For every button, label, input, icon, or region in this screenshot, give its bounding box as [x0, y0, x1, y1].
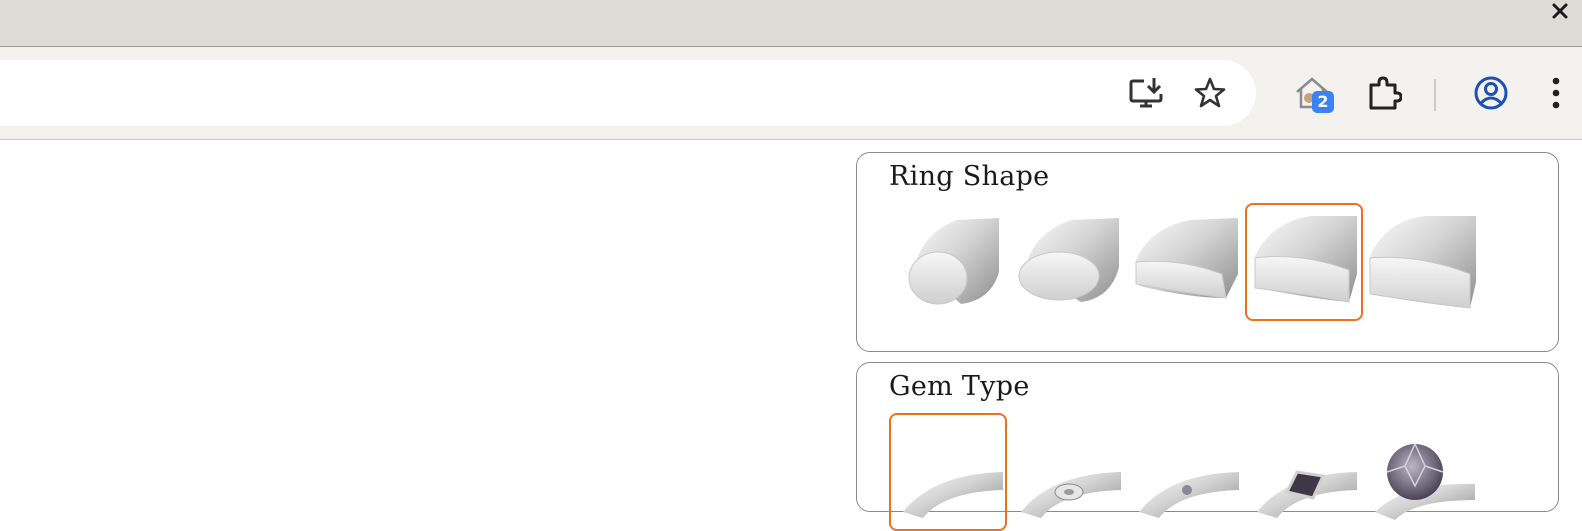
ring-shape-5-image [1369, 216, 1476, 309]
install-app-icon [1129, 78, 1163, 108]
install-app-button[interactable] [1124, 71, 1168, 115]
profile-button[interactable] [1469, 71, 1513, 115]
ring-shape-option-2[interactable] [1009, 203, 1127, 321]
gem-type-option-none[interactable] [889, 413, 1007, 531]
ring-shape-option-3[interactable] [1127, 203, 1245, 321]
ring-shape-2-image [1018, 218, 1119, 302]
ring-shape-option-4[interactable] [1245, 203, 1363, 321]
profile-avatar-icon [1474, 76, 1508, 110]
gem-bezel-ring-image [1021, 472, 1121, 518]
gem-type-option-emerald-cut[interactable] [1243, 413, 1361, 531]
close-window-button[interactable] [1546, 0, 1574, 22]
ring-shape-option-5[interactable] [1363, 203, 1481, 321]
close-icon [1552, 3, 1568, 19]
bookmark-button[interactable] [1188, 71, 1232, 115]
home-extension-button[interactable]: 2 [1290, 71, 1334, 115]
browser-toolbar: 2 [0, 47, 1582, 140]
ring-shape-3-image [1135, 218, 1238, 299]
ring-shape-option-1[interactable] [891, 203, 1009, 321]
puzzle-piece-icon [1369, 76, 1402, 110]
page-content: Ring Shape Gem Type [0, 140, 1582, 531]
gem-type-option-small-stone[interactable] [1125, 413, 1243, 531]
gem-small-stone-ring-image [1139, 472, 1239, 518]
gem-round-solitaire-ring-image [1375, 442, 1475, 520]
gem-type-option-round-solitaire[interactable] [1361, 413, 1479, 531]
gem-type-option-bezel[interactable] [1007, 413, 1125, 531]
toolbar-separator [1434, 79, 1436, 111]
gem-emerald-cut-ring-image [1257, 470, 1357, 518]
extension-badge-count: 2 [1312, 91, 1334, 113]
gem-type-title: Gem Type [889, 371, 1030, 402]
window-title-bar [0, 0, 1582, 47]
bookmark-star-icon [1194, 77, 1226, 108]
extensions-button[interactable] [1362, 71, 1406, 115]
ring-shape-1-image [908, 218, 999, 305]
ring-shape-title: Ring Shape [889, 161, 1050, 192]
kebab-menu-icon [1552, 77, 1560, 109]
address-bar[interactable] [0, 60, 1256, 126]
gem-none-ring-image [903, 472, 1003, 518]
ring-shape-4-image [1254, 216, 1357, 303]
browser-menu-button[interactable] [1540, 71, 1572, 115]
ring-shape-panel: Ring Shape [856, 152, 1559, 352]
